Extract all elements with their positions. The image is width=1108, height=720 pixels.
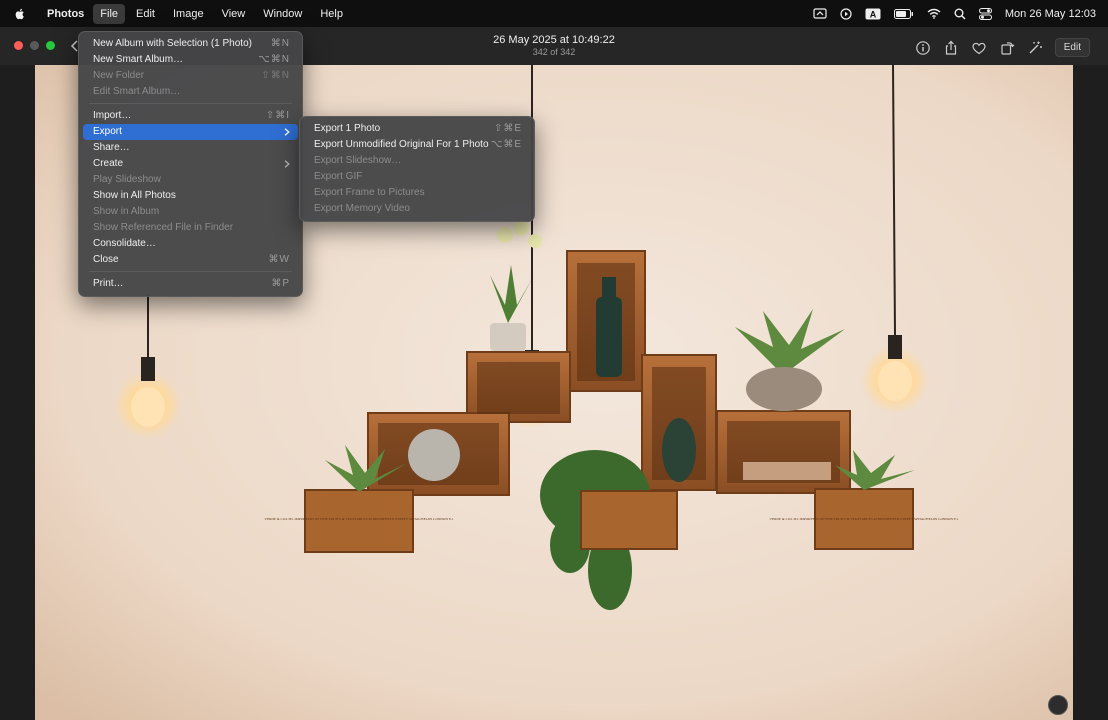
menu-app-photos[interactable]: Photos [40, 4, 91, 24]
menu-item-label: New Smart Album… [93, 54, 184, 65]
shortcut-label: ⇧⌘I [265, 110, 290, 121]
menu-separator [89, 103, 292, 104]
menu-item-new-folder: New Folder ⇧⌘N [83, 68, 298, 84]
menu-item-export-slideshow: Export Slideshow… [304, 153, 530, 169]
menu-item-show-in-album: Show in Album [83, 204, 298, 220]
menu-item-import[interactable]: Import… ⇧⌘I [83, 108, 298, 124]
menu-item-label: Create [93, 158, 124, 169]
rotate-icon[interactable] [999, 40, 1015, 56]
file-menu: New Album with Selection (1 Photo) ⌘N New… [78, 31, 303, 297]
menu-item-export-gif: Export GIF [304, 169, 530, 185]
shortcut-label: ⌘P [271, 278, 290, 289]
menu-window[interactable]: Window [256, 4, 309, 24]
export-submenu: Export 1 Photo ⇧⌘E Export Unmodified Orig… [299, 116, 535, 222]
menu-item-label: Export Frame to Pictures [314, 187, 425, 198]
menu-item-play-slideshow: Play Slideshow [83, 172, 298, 188]
menu-item-label: Import… [93, 110, 132, 121]
wifi-icon[interactable] [927, 8, 941, 19]
menu-item-label: Export Slideshow… [314, 155, 402, 166]
search-icon[interactable] [954, 8, 966, 20]
battery-icon[interactable] [893, 8, 914, 19]
menu-bar: Photos File Edit Image View Window Help … [0, 0, 1108, 27]
menu-item-label: Export [93, 126, 122, 137]
menu-item-export[interactable]: Export [83, 124, 298, 140]
shortcut-label: ⌘N [270, 38, 290, 49]
menu-edit[interactable]: Edit [129, 4, 162, 24]
menu-image[interactable]: Image [166, 4, 211, 24]
menu-item-close[interactable]: Close ⌘W [83, 252, 298, 268]
shortcut-label: ⌥⌘N [258, 54, 290, 65]
input-source-icon[interactable]: A [865, 8, 881, 20]
shortcut-label: ⌥⌘E [490, 139, 522, 150]
edit-button[interactable]: Edit [1054, 38, 1090, 57]
menu-item-show-in-all-photos[interactable]: Show in All Photos [83, 188, 298, 204]
shortcut-label: ⇧⌘E [493, 123, 522, 134]
menu-item-export-memory-video: Export Memory Video [304, 201, 530, 217]
menu-item-label: Share… [93, 142, 130, 153]
menu-item-show-referenced-file: Show Referenced File in Finder [83, 220, 298, 236]
menu-item-label: Show in All Photos [93, 190, 176, 201]
menu-item-label: Edit Smart Album… [93, 86, 181, 97]
apple-icon[interactable] [13, 7, 27, 21]
menu-separator [89, 271, 292, 272]
shortcut-label: ⇧⌘N [261, 70, 290, 81]
screen-mirroring-icon[interactable] [813, 7, 827, 20]
live-text-icon[interactable] [1048, 695, 1068, 715]
menu-item-consolidate[interactable]: Consolidate… [83, 236, 298, 252]
menu-item-label: Export 1 Photo [314, 123, 381, 134]
shortcut-label: ⌘W [268, 254, 290, 265]
menu-item-print[interactable]: Print… ⌘P [83, 276, 298, 292]
menu-item-edit-smart-album: Edit Smart Album… [83, 84, 298, 100]
menu-item-label: Export Unmodified Original For 1 Photo [314, 139, 489, 150]
menu-item-label: Show in Album [93, 206, 160, 217]
enhance-icon[interactable] [1027, 40, 1043, 56]
menu-item-new-album-with-selection[interactable]: New Album with Selection (1 Photo) ⌘N [83, 36, 298, 52]
heart-icon[interactable] [971, 40, 987, 56]
chevron-right-icon [284, 128, 290, 136]
menu-item-label: New Album with Selection (1 Photo) [93, 38, 252, 49]
menu-item-new-smart-album[interactable]: New Smart Album… ⌥⌘N [83, 52, 298, 68]
menu-item-label: Export GIF [314, 171, 363, 182]
menubar-clock[interactable]: Mon 26 May 12:03 [1005, 8, 1096, 20]
menu-file[interactable]: File [93, 3, 126, 24]
menu-item-export-1-photo[interactable]: Export 1 Photo ⇧⌘E [304, 121, 530, 137]
crate-right-label: VERDE & CO.LTD. IMPORTERS OF FINE FRUITS… [769, 517, 958, 521]
control-center-icon[interactable] [978, 7, 992, 20]
menu-item-export-unmodified-original[interactable]: Export Unmodified Original For 1 Photo ⌥⌘… [304, 137, 530, 153]
menu-item-label: Print… [93, 278, 124, 289]
info-icon[interactable] [915, 40, 931, 56]
menu-item-create[interactable]: Create [83, 156, 298, 172]
input-source-letter: A [870, 9, 877, 19]
menu-view[interactable]: View [215, 4, 253, 24]
menu-item-label: Show Referenced File in Finder [93, 222, 234, 233]
menu-item-label: Play Slideshow [93, 174, 161, 185]
menu-item-label: Consolidate… [93, 238, 156, 249]
menu-help[interactable]: Help [313, 4, 350, 24]
menu-item-share[interactable]: Share… [83, 140, 298, 156]
play-icon[interactable] [840, 7, 852, 20]
menu-item-export-frame-to-pictures: Export Frame to Pictures [304, 185, 530, 201]
chevron-right-icon [284, 160, 290, 168]
menu-item-label: Export Memory Video [314, 203, 410, 214]
share-icon[interactable] [943, 40, 959, 56]
menu-item-label: New Folder [93, 70, 145, 81]
crate-left-label: VERDE & CO.LTD. IMPORTERS OF FINE FRUITS… [264, 517, 453, 521]
menu-item-label: Close [93, 254, 119, 265]
